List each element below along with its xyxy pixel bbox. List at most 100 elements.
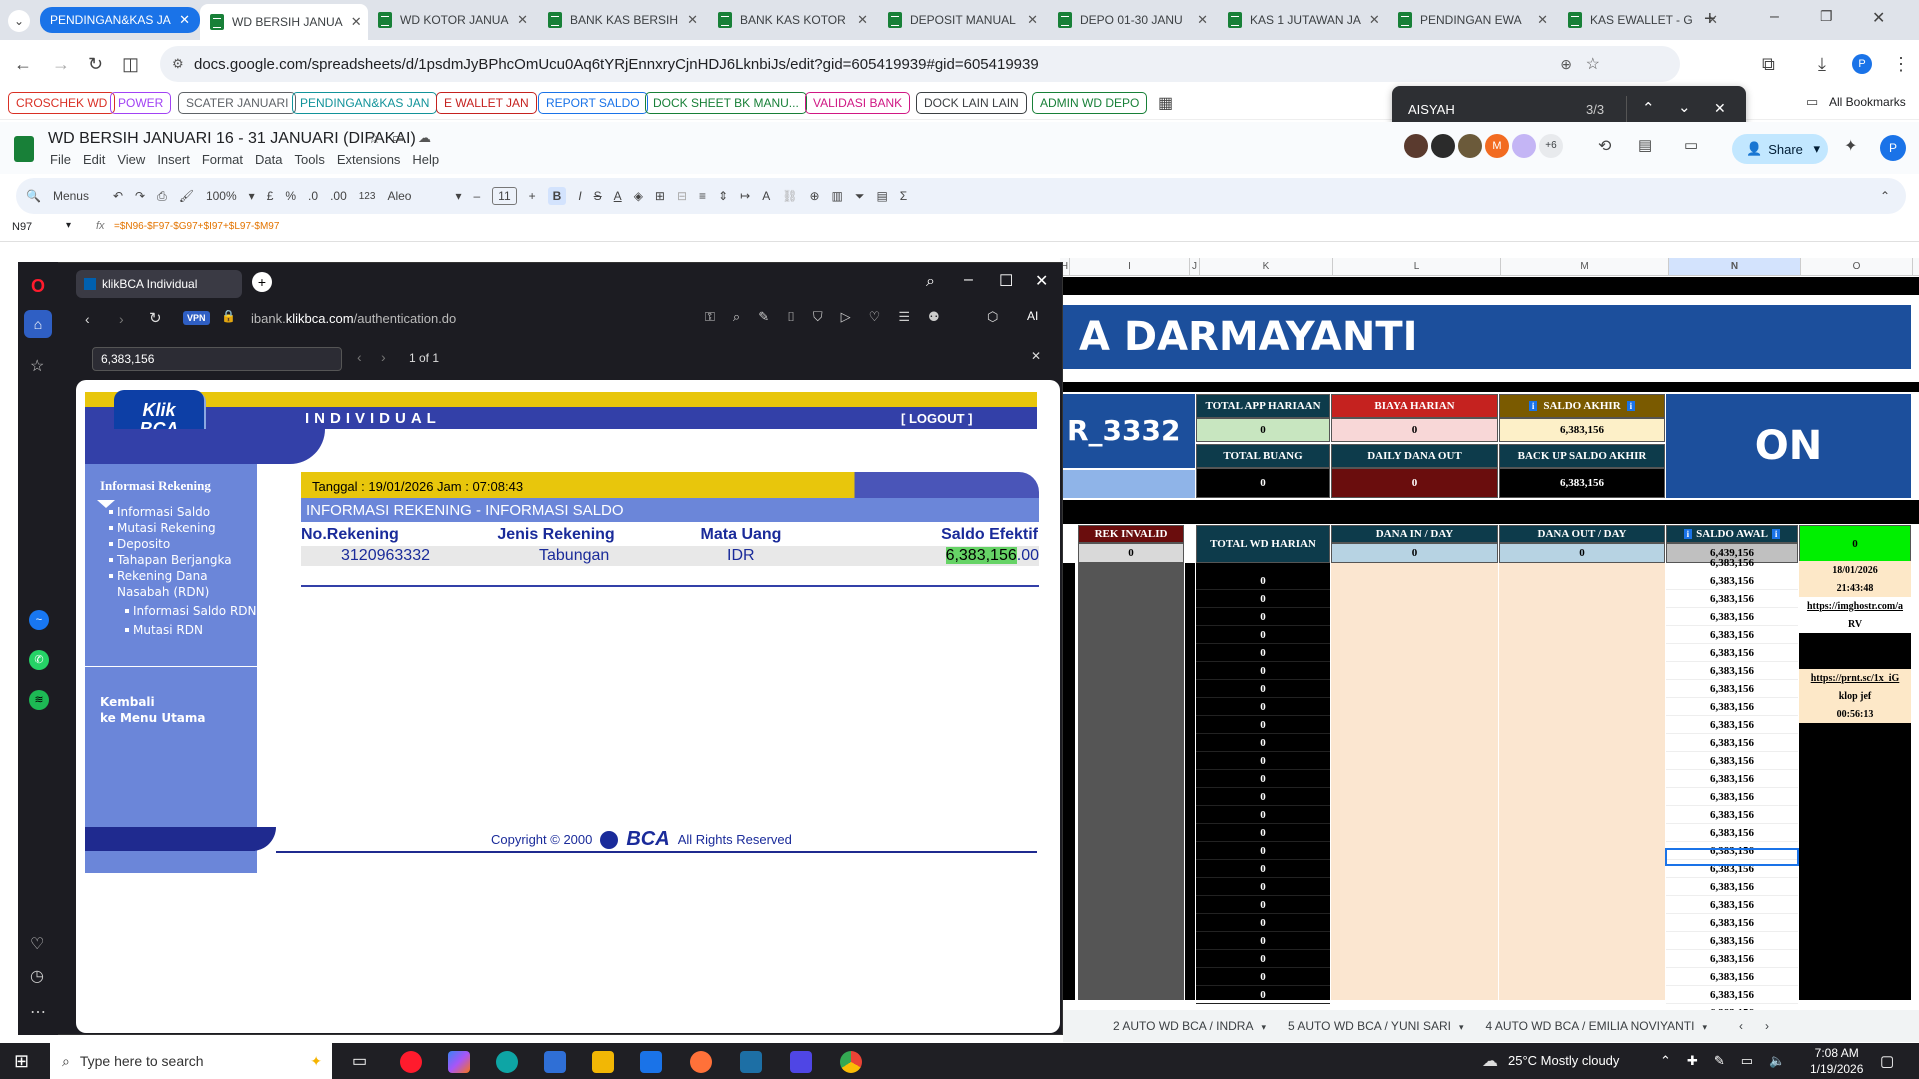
valign-icon[interactable]: ⇕: [718, 189, 728, 203]
opera-new-tab-icon[interactable]: +: [252, 272, 272, 292]
history-icon[interactable]: ⟲: [1598, 136, 1611, 156]
zoom-icon[interactable]: ⊕: [1560, 56, 1572, 73]
font-size-input[interactable]: 11: [492, 187, 517, 205]
comment-icon[interactable]: ⊕: [809, 189, 819, 203]
copilot-taskbar-icon[interactable]: [448, 1051, 470, 1073]
borders-icon[interactable]: ⊞: [655, 189, 665, 203]
opera-find-next-icon[interactable]: ›: [381, 349, 386, 365]
extensions-icon[interactable]: ⧉: [1762, 54, 1775, 75]
tab-close-icon[interactable]: ✕: [1537, 12, 1548, 28]
browser-tab[interactable]: PENDINGAN EWA ✕: [1388, 6, 1558, 34]
text-color-icon[interactable]: A: [614, 189, 622, 203]
bookmark-link[interactable]: PENDINGAN&KAS JAN: [292, 92, 438, 114]
vpn-badge[interactable]: VPN: [183, 311, 210, 325]
opera-logo-icon[interactable]: O: [31, 276, 45, 297]
cell-k[interactable]: 0: [1196, 608, 1330, 626]
split-view-icon[interactable]: ◫: [122, 54, 139, 75]
menu-view[interactable]: View: [117, 152, 145, 167]
cell-k[interactable]: 0: [1196, 626, 1330, 644]
cell-k[interactable]: 0: [1196, 734, 1330, 752]
wrap-icon[interactable]: ↦: [740, 189, 750, 203]
weather-text[interactable]: 25°C Mostly cloudy: [1508, 1053, 1619, 1068]
cell-o-note[interactable]: RV: [1799, 615, 1911, 633]
cell-n[interactable]: 6,383,156: [1666, 896, 1798, 914]
browser-tab[interactable]: PENDINGAN&KAS JA ✕: [40, 7, 200, 33]
strikethrough-icon[interactable]: S: [594, 189, 602, 203]
cell-n-partial[interactable]: 6,383,156: [1666, 556, 1798, 570]
tray-add-icon[interactable]: ✚: [1687, 1053, 1698, 1069]
menu-tools[interactable]: Tools: [294, 152, 324, 167]
green-value-cell[interactable]: 0: [1799, 525, 1911, 563]
cell-o-note[interactable]: [1799, 651, 1911, 669]
doc-title[interactable]: WD BERSIH JANUARI 16 - 31 JANUARI (DIPAK…: [48, 130, 416, 148]
bookmark-link[interactable]: DOCK SHEET BK MANU...: [645, 92, 807, 114]
sheet-tab[interactable]: 2 AUTO WD BCA / INDRA ▾: [1113, 1019, 1266, 1033]
zoom-select[interactable]: 100%: [206, 189, 237, 203]
cell-k[interactable]: 0: [1196, 896, 1330, 914]
browser-tab[interactable]: BANK KAS KOTOR ✕: [708, 6, 878, 34]
bookmark-link[interactable]: REPORT SALDO: [538, 92, 648, 114]
comments-icon[interactable]: ▤: [1638, 136, 1652, 154]
browser-tab[interactable]: WD BERSIH JANUA ✕: [200, 4, 368, 40]
merge-cells-icon[interactable]: ⊟: [677, 189, 687, 203]
extensions-cube-icon[interactable]: ⬡: [987, 309, 998, 325]
opera-taskbar-icon[interactable]: [400, 1051, 422, 1073]
sidebar-menu-item[interactable]: Mutasi Rekening: [109, 520, 257, 536]
apps-grid-icon[interactable]: ▦: [1158, 93, 1173, 113]
windows-start-icon[interactable]: ⊞: [14, 1051, 29, 1072]
cell-k[interactable]: 0: [1196, 644, 1330, 662]
filter-views-icon[interactable]: ▤: [876, 189, 887, 203]
cell-k[interactable]: 0: [1196, 932, 1330, 950]
file-explorer-taskbar-icon[interactable]: [592, 1051, 614, 1073]
cell-o-note[interactable]: [1799, 633, 1911, 651]
pen-icon[interactable]: ✎: [1714, 1053, 1725, 1069]
opera-maximize-icon[interactable]: ☐: [999, 271, 1013, 291]
cell-n[interactable]: 6,383,156: [1666, 878, 1798, 896]
tab-close-icon[interactable]: ✕: [687, 12, 698, 28]
chrome-menu-icon[interactable]: ⋮: [1892, 54, 1910, 75]
cell-n[interactable]: 6,383,156: [1666, 914, 1798, 932]
menus-search[interactable]: Menus: [53, 189, 89, 203]
tab-close-icon[interactable]: ✕: [1027, 12, 1038, 28]
cell-k[interactable]: 0: [1196, 860, 1330, 878]
cell-k[interactable]: 0: [1196, 914, 1330, 932]
rotate-icon[interactable]: A: [762, 189, 770, 203]
cell-n[interactable]: 6,383,156: [1666, 644, 1798, 662]
sidebar-submenu-item[interactable]: Mutasi RDN: [109, 622, 257, 638]
whatsapp-icon[interactable]: ✆: [29, 650, 49, 670]
cell-k[interactable]: 0: [1196, 806, 1330, 824]
bookmarks-star-icon[interactable]: ☆: [30, 356, 44, 376]
font-select[interactable]: Aleo: [387, 189, 443, 203]
cell-o-note[interactable]: 18/01/2026: [1799, 561, 1911, 579]
font-size-decrease-icon[interactable]: –: [473, 189, 480, 203]
spotify-icon[interactable]: ≋: [29, 690, 49, 710]
halign-icon[interactable]: ≡: [699, 189, 706, 203]
cell-k[interactable]: 0: [1196, 770, 1330, 788]
app-taskbar-icon[interactable]: [740, 1051, 762, 1073]
sidebar-menu-item[interactable]: Tahapan Berjangka: [109, 552, 257, 568]
meet-icon[interactable]: ▭: [1684, 136, 1698, 154]
italic-icon[interactable]: I: [578, 189, 581, 203]
history-clock-icon[interactable]: ◷: [30, 966, 44, 986]
cell-k[interactable]: 0: [1196, 680, 1330, 698]
column-header-i[interactable]: I: [1070, 258, 1190, 275]
scroll-tabs-right-icon[interactable]: ›: [1765, 1019, 1769, 1033]
cell-k[interactable]: 0: [1196, 752, 1330, 770]
avatar[interactable]: [1458, 134, 1482, 158]
opera-search-tabs-icon[interactable]: ⌕: [926, 273, 935, 291]
page-zoom-icon[interactable]: ⌕: [733, 309, 740, 325]
opera-minimize-icon[interactable]: –: [964, 271, 973, 289]
opera-close-icon[interactable]: ✕: [1035, 271, 1048, 291]
find-close-icon[interactable]: ✕: [1714, 100, 1726, 117]
bookmark-link[interactable]: CROSCHEK WD: [8, 92, 116, 114]
more-formats[interactable]: 123: [359, 191, 376, 202]
cell-n[interactable]: 6,383,156: [1666, 806, 1798, 824]
cell-k[interactable]: 0: [1196, 824, 1330, 842]
cell-k[interactable]: 0: [1196, 716, 1330, 734]
opera-forward-icon[interactable]: ›: [119, 311, 124, 327]
account-avatar[interactable]: P: [1880, 135, 1906, 161]
clock[interactable]: 7:08 AM 1/19/2026: [1810, 1045, 1863, 1077]
cell-n[interactable]: 6,383,156: [1666, 770, 1798, 788]
bookmark-link[interactable]: DOCK LAIN LAIN: [916, 92, 1027, 114]
column-header-l[interactable]: L: [1333, 258, 1501, 275]
